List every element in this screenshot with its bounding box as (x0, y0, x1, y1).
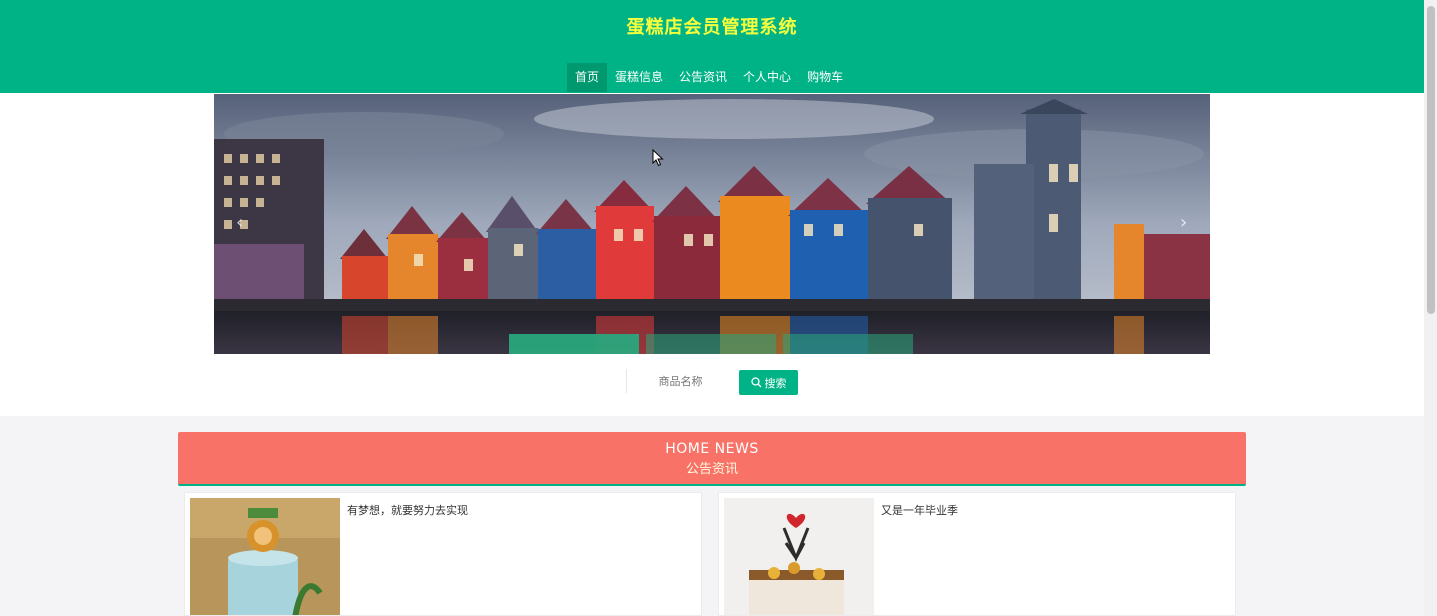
search-button[interactable]: 搜索 (739, 370, 798, 395)
site-title: 蛋糕店会员管理系统 (626, 17, 798, 38)
banner-image (214, 94, 1210, 354)
news-item[interactable]: 又是一年毕业季 (718, 492, 1236, 616)
nav-news[interactable]: 公告资讯 (671, 63, 735, 92)
header-bar: 蛋糕店会员管理系统 首页 蛋糕信息 公告资讯 个人中心 购物车 (0, 0, 1424, 93)
scrollbar-thumb[interactable] (1427, 6, 1435, 314)
carousel-indicator[interactable] (509, 334, 639, 354)
news-thumbnail (190, 498, 340, 615)
news-item[interactable]: 有梦想，就要努力去实现 (184, 492, 702, 616)
page-scrollbar[interactable] (1424, 0, 1437, 616)
news-section-header: HOME NEWS 公告资讯 (178, 432, 1246, 486)
search-button-label: 搜索 (764, 376, 787, 390)
carousel-next-icon[interactable]: › (1180, 212, 1187, 233)
mouse-cursor-icon (652, 149, 664, 167)
nav-home[interactable]: 首页 (567, 63, 608, 92)
main-nav: 首页 蛋糕信息 公告资讯 个人中心 购物车 (567, 63, 851, 92)
news-item-title: 又是一年毕业季 (881, 504, 958, 517)
carousel-indicators (509, 334, 920, 354)
nav-personal-center[interactable]: 个人中心 (735, 63, 799, 92)
news-heading-en: HOME NEWS (665, 441, 759, 457)
search-icon (750, 377, 761, 388)
nav-cake-info[interactable]: 蛋糕信息 (607, 63, 671, 92)
nav-cart[interactable]: 购物车 (799, 63, 851, 92)
carousel-prev-icon[interactable]: ‹ (236, 212, 243, 233)
carousel-indicator[interactable] (783, 334, 913, 354)
news-heading-cn: 公告资讯 (685, 462, 738, 477)
news-thumbnail (724, 498, 874, 615)
search-input[interactable] (626, 369, 734, 393)
carousel-banner[interactable] (214, 94, 1210, 354)
news-item-title: 有梦想，就要努力去实现 (347, 504, 468, 517)
carousel-indicator[interactable] (646, 334, 776, 354)
